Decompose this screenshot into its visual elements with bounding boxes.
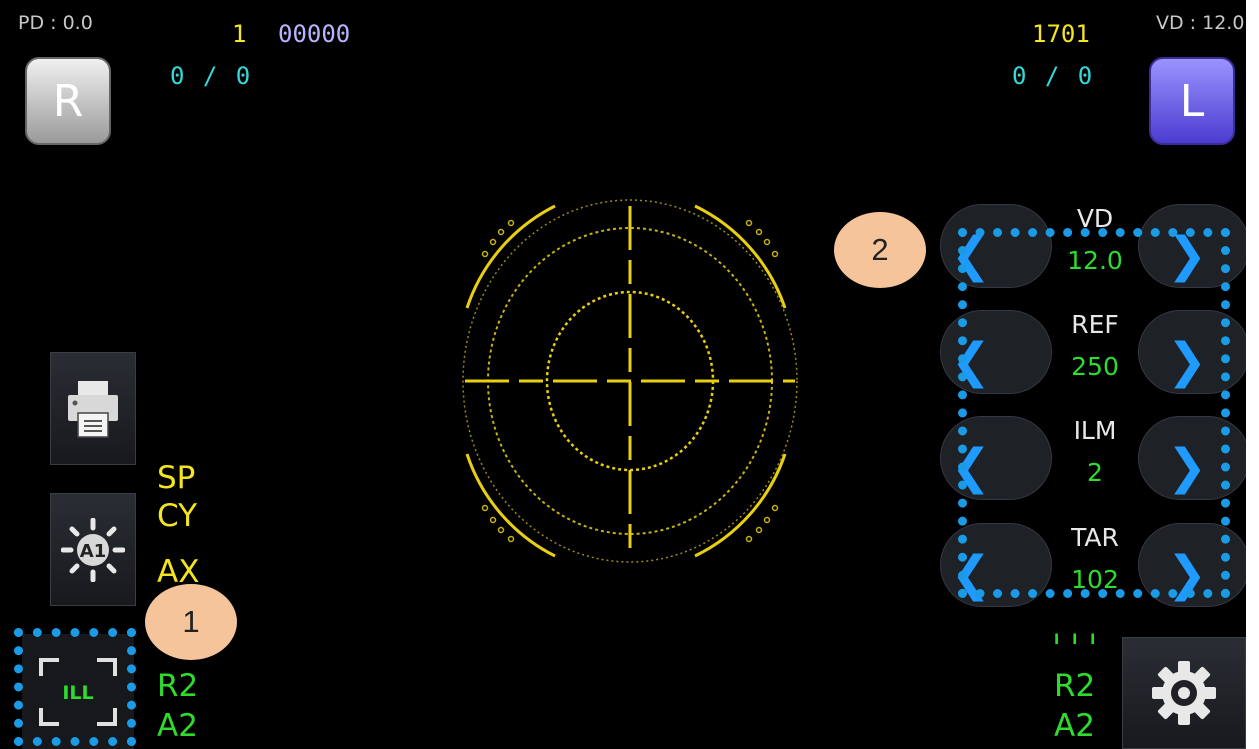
left-lens-number: 1701 (1032, 20, 1090, 48)
pd-readout: PD : 0.0 (18, 12, 93, 34)
left-ratio: 0 / 0 (1012, 62, 1095, 90)
reticle-arc-top-right (694, 204, 787, 309)
a2-label-right: A2 (1054, 708, 1095, 744)
partial-label-right: I I I (1054, 632, 1100, 648)
brightness-a1-icon: A1 (61, 517, 125, 582)
right-ratio: 0 / 0 (170, 62, 253, 90)
print-button[interactable] (50, 352, 136, 465)
callout-highlight-controls (958, 228, 1230, 598)
a2-label-left: A2 (157, 708, 198, 744)
callout-badge-1: 1 (145, 584, 237, 660)
sp-label: SP (157, 460, 196, 496)
callout-highlight-ill (14, 628, 136, 746)
left-eye-label: L (1179, 75, 1205, 127)
right-lens-number: 1 (232, 20, 247, 48)
settings-button[interactable] (1122, 637, 1246, 749)
r2-label-left: R2 (157, 668, 199, 704)
brightness-a1-label: A1 (80, 541, 106, 562)
callout-badge-1-label: 1 (182, 604, 200, 639)
printer-icon (68, 380, 118, 438)
cy-label: CY (157, 498, 198, 534)
left-eye-button[interactable]: L (1149, 57, 1235, 145)
right-eye-label: R (52, 75, 84, 127)
callout-badge-2: 2 (834, 212, 926, 288)
reticle-arc-top-left (465, 204, 556, 309)
r2-label-right: R2 (1054, 668, 1096, 704)
callout-badge-2-label: 2 (871, 232, 889, 267)
vd-readout: VD : 12.0 (1156, 12, 1245, 34)
reticle-target (462, 199, 798, 563)
reticle-arc-bottom-left (465, 453, 556, 558)
right-lens-code: 00000 (278, 20, 351, 48)
right-eye-button[interactable]: R (25, 57, 111, 145)
brightness-button[interactable]: A1 (50, 493, 136, 606)
gear-icon (1152, 661, 1216, 725)
